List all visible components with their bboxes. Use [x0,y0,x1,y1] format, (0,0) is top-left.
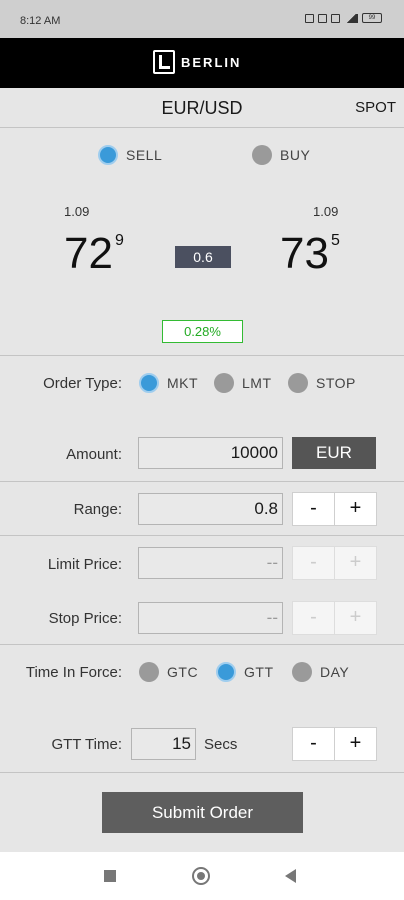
range-input[interactable]: 0.8 [138,493,283,525]
radio-unselected-icon [139,662,159,682]
order-type-label: Order Type: [43,375,122,392]
notification-icon [318,13,327,23]
brand-bar: BERLIN [0,38,404,88]
divider [0,355,404,356]
limit-price-input[interactable]: -- [138,547,283,579]
order-type-lmt-radio[interactable]: LMT [214,373,272,393]
gtt-time-input[interactable]: 15 [131,728,196,760]
currency-pair[interactable]: EUR/USD [0,98,404,119]
radio-unselected-icon [252,145,272,165]
tif-gtc-radio[interactable]: GTC [139,662,198,682]
radio-unselected-icon [288,373,308,393]
divider [0,772,404,773]
stop-price-decrement-button[interactable]: - [292,601,335,635]
limit-price-increment-button[interactable]: + [334,546,377,580]
limit-price-label: Limit Price: [47,556,122,573]
stop-price-label: Stop Price: [48,610,122,627]
battery-icon: 99 [362,13,382,23]
amount-input[interactable]: 10000 [138,437,283,469]
divider [0,535,404,536]
tif-day-radio[interactable]: DAY [292,662,349,682]
change-percent-badge: 0.28% [162,320,243,343]
sell-price-prefix: 1.09 [64,204,90,219]
status-time: 8:12 AM [20,15,61,27]
logo-icon [153,50,175,74]
sell-price-pip: 9 [115,232,124,249]
nfc-icon [331,13,340,23]
spread-badge: 0.6 [175,246,231,268]
buy-label: BUY [280,147,311,163]
notification-icon [305,13,314,23]
radio-selected-icon [139,373,159,393]
sell-radio[interactable]: SELL [98,145,162,165]
range-increment-button[interactable]: + [334,492,377,526]
pair-header: EUR/USD SPOT [0,88,404,128]
system-nav-bar [0,852,404,900]
tif-day-label: DAY [320,664,350,680]
tif-gtt-radio[interactable]: GTT [216,662,274,682]
buy-price-prefix: 1.09 [313,204,339,219]
time-in-force-label: Time In Force: [25,664,122,681]
radio-unselected-icon [292,662,312,682]
back-icon[interactable] [285,869,296,883]
signal-icon [344,13,358,23]
order-type-lmt-label: LMT [242,375,272,391]
divider [0,481,404,482]
divider [0,644,404,645]
order-type-stop-radio[interactable]: STOP [288,373,356,393]
home-icon[interactable] [192,867,210,885]
sell-price-big[interactable]: 72 [64,232,113,276]
gtt-decrement-button[interactable]: - [292,727,335,761]
buy-radio[interactable]: BUY [252,145,310,165]
radio-unselected-icon [214,373,234,393]
range-decrement-button[interactable]: - [292,492,335,526]
status-bar: 8:12 AM 99 [0,0,404,38]
order-type-mkt-label: MKT [167,375,199,391]
currency-button[interactable]: EUR [292,437,376,469]
tif-gtc-label: GTC [167,664,199,680]
submit-order-button[interactable]: Submit Order [102,792,303,833]
tif-gtt-label: GTT [244,664,274,680]
recent-apps-icon[interactable] [104,870,116,882]
buy-price-pip: 5 [331,232,340,249]
status-icons: 99 [305,13,382,23]
range-label: Range: [73,501,122,518]
brand-logo: BERLIN [153,50,241,74]
stop-price-input[interactable]: -- [138,602,283,634]
buy-price-big[interactable]: 73 [280,232,329,276]
limit-price-decrement-button[interactable]: - [292,546,335,580]
order-type-stop-label: STOP [316,375,356,391]
stop-price-increment-button[interactable]: + [334,601,377,635]
spot-mode[interactable]: SPOT [355,99,396,116]
radio-selected-icon [98,145,118,165]
gtt-time-unit: Secs [204,736,238,753]
gtt-increment-button[interactable]: + [334,727,377,761]
sell-label: SELL [126,147,163,163]
amount-label: Amount: [66,446,122,463]
gtt-time-label: GTT Time: [51,736,122,753]
order-type-mkt-radio[interactable]: MKT [139,373,198,393]
brand-name: BERLIN [181,54,242,70]
radio-selected-icon [216,662,236,682]
